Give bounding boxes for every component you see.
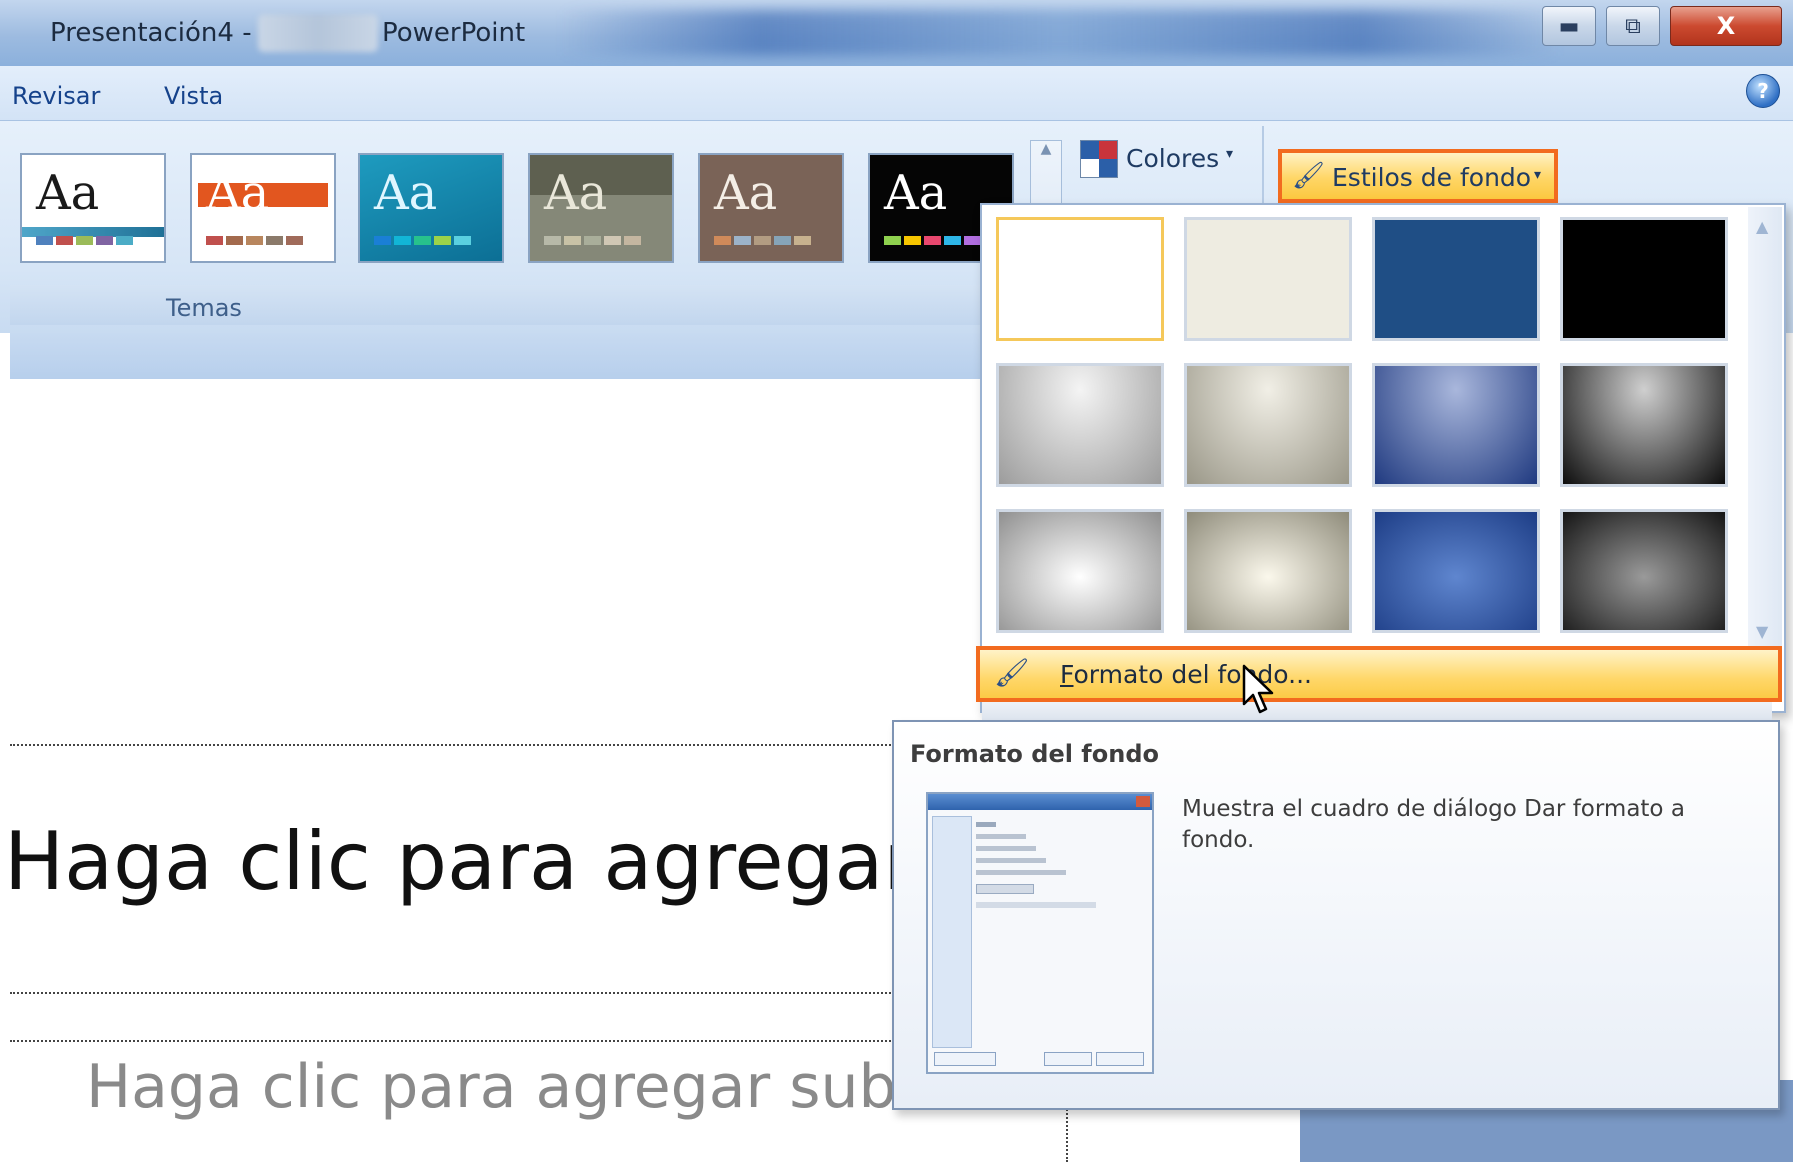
gallery-scrollbar[interactable]: ▲ ▼ xyxy=(1748,207,1782,651)
background-style-10[interactable] xyxy=(1184,509,1352,633)
mouse-cursor-icon xyxy=(1242,664,1274,714)
background-style-1[interactable] xyxy=(996,217,1164,341)
theme-thumbnail-teal[interactable]: Aa xyxy=(358,153,504,263)
theme-color-swatches xyxy=(884,236,981,245)
tooltip-description: Muestra el cuadro de diálogo Dar formato… xyxy=(1182,796,1685,853)
restore-button[interactable]: ⧉ xyxy=(1606,6,1660,46)
close-button[interactable]: X xyxy=(1670,6,1782,46)
theme-thumbnail-office[interactable]: Aa xyxy=(20,153,166,263)
background-style-7[interactable] xyxy=(1372,363,1540,487)
paint-bucket-icon: 🖌 xyxy=(994,656,1030,689)
close-icon: X xyxy=(1716,12,1736,40)
theme-thumbnail-olive[interactable]: Aa xyxy=(528,153,674,263)
color-palette-icon[interactable] xyxy=(1080,140,1118,178)
chevron-down-icon: ▾ xyxy=(1534,167,1542,183)
minimize-button[interactable]: ▬ xyxy=(1542,6,1596,46)
style-grid xyxy=(984,207,1744,649)
background-styles-gallery: ▲ ▼ xyxy=(980,203,1786,713)
background-style-8[interactable] xyxy=(1560,363,1728,487)
tab-revisar[interactable]: Revisar xyxy=(12,82,100,110)
redacted-filename xyxy=(258,14,378,52)
theme-color-swatches xyxy=(714,236,811,245)
scroll-up-icon: ▲ xyxy=(1040,141,1052,157)
theme-sample-text: Aa xyxy=(206,165,270,221)
next-menu-item[interactable] xyxy=(982,702,1772,720)
theme-sample-text: Aa xyxy=(36,165,100,221)
theme-sample-text: Aa xyxy=(884,165,948,221)
theme-color-swatches xyxy=(374,236,471,245)
group-label-bar xyxy=(10,285,1000,325)
ribbon-bottom-band xyxy=(10,333,1000,379)
super-tooltip: Formato del fondo Muestra el cuadro de d… xyxy=(892,720,1780,1110)
restore-icon: ⧉ xyxy=(1625,13,1641,39)
scroll-down-icon[interactable]: ▼ xyxy=(1756,622,1768,641)
theme-color-swatches xyxy=(36,236,133,245)
background-styles-button[interactable]: 🖌 Estilos de fondo ▾ xyxy=(1278,149,1558,203)
subtitle-placeholder-border xyxy=(10,1040,910,1042)
title-bar: Presentación4 - PowerPoint ▬ ⧉ X xyxy=(0,0,1793,66)
document-title: Presentación4 - xyxy=(50,18,252,48)
background-style-9[interactable] xyxy=(996,509,1164,633)
ribbon-tab-bar: Revisar Vista xyxy=(0,66,1793,121)
theme-thumbnail-orange[interactable]: Aa xyxy=(190,153,336,263)
slide-title-placeholder[interactable]: Haga clic para agregar tí xyxy=(4,815,995,908)
theme-sample-text: Aa xyxy=(544,165,608,221)
tooltip-title: Formato del fondo xyxy=(910,740,1159,768)
chevron-down-icon[interactable]: ▾ xyxy=(1226,146,1233,162)
tab-vista[interactable]: Vista xyxy=(164,82,223,110)
theme-sample-text: Aa xyxy=(714,165,778,221)
theme-color-swatches xyxy=(206,236,303,245)
dialog-preview-image xyxy=(926,792,1154,1074)
theme-thumbnail-brown[interactable]: Aa xyxy=(698,153,844,263)
theme-sample-text: Aa xyxy=(374,165,438,221)
background-style-2[interactable] xyxy=(1184,217,1352,341)
title-placeholder-border xyxy=(10,744,910,746)
group-label-temas: Temas xyxy=(166,294,242,322)
help-icon[interactable]: ? xyxy=(1746,74,1780,108)
theme-color-swatches xyxy=(544,236,641,245)
background-style-11[interactable] xyxy=(1372,509,1540,633)
background-style-12[interactable] xyxy=(1560,509,1728,633)
format-background-menu-item[interactable]: 🖌 Formato del fondo... xyxy=(976,646,1782,702)
background-style-3[interactable] xyxy=(1372,217,1540,341)
scroll-up-icon[interactable]: ▲ xyxy=(1756,217,1768,236)
background-style-4[interactable] xyxy=(1560,217,1728,341)
minimize-icon: ▬ xyxy=(1558,13,1580,39)
title-bar-glow xyxy=(560,10,1560,56)
background-style-5[interactable] xyxy=(996,363,1164,487)
colores-button[interactable]: Colores xyxy=(1126,144,1219,173)
title-placeholder-border xyxy=(10,992,910,994)
paint-bucket-icon: 🖌 xyxy=(1292,161,1326,191)
app-title: PowerPoint xyxy=(382,18,526,48)
background-style-6[interactable] xyxy=(1184,363,1352,487)
background-styles-label: Estilos de fondo xyxy=(1332,163,1532,192)
